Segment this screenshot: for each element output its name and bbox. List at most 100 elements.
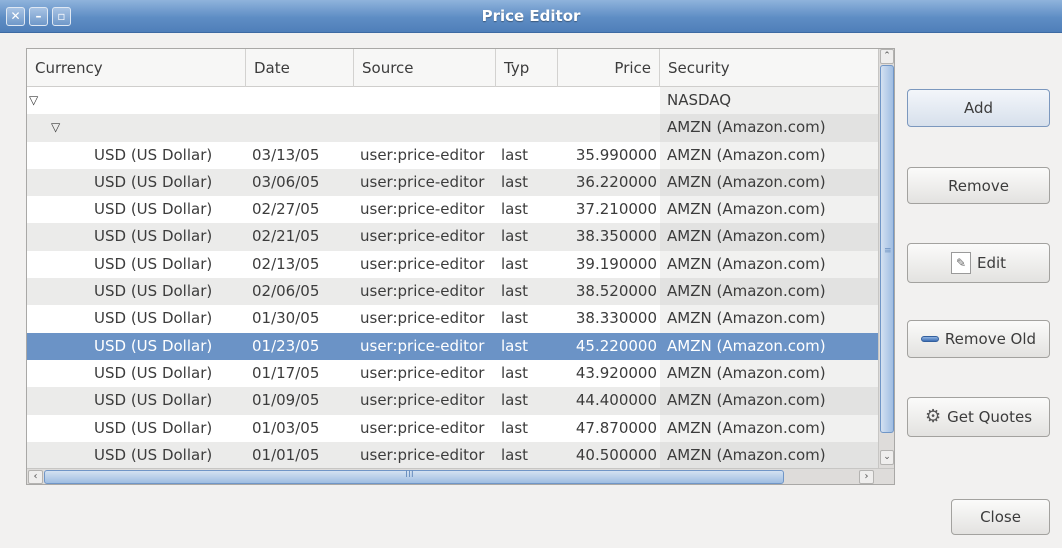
scroll-left-icon[interactable]: ‹ — [28, 470, 43, 484]
scroll-up-icon[interactable]: ⌃ — [880, 49, 894, 64]
expander-down-icon[interactable]: ▽ — [51, 114, 60, 141]
get-quotes-button[interactable]: ⚙ Get Quotes — [907, 397, 1050, 437]
cell-source: user:price-editor — [360, 309, 485, 328]
table-row[interactable]: USD (US Dollar) 01/03/05 user:price-editor… — [27, 414, 878, 442]
cell-date: 01/01/05 — [252, 445, 320, 464]
cell-source: user:price-editor — [360, 172, 485, 191]
close-button-label: Close — [980, 508, 1021, 526]
table-row[interactable]: USD (US Dollar) 02/06/05 user:price-editor… — [27, 278, 878, 306]
cell-price: 38.350000 — [575, 227, 657, 246]
scroll-down-icon[interactable]: ⌄ — [880, 450, 894, 465]
cell-type: last — [501, 200, 529, 219]
table-row[interactable]: USD (US Dollar) 01/17/05 user:price-editor… — [27, 359, 878, 388]
cell-type: last — [501, 254, 529, 273]
edit-button[interactable]: ✎ Edit — [907, 243, 1050, 283]
price-tree-view[interactable]: Currency Date Source Typ Price Security … — [26, 48, 895, 485]
vertical-scroll-thumb[interactable]: ≡ — [880, 65, 894, 433]
column-header-price[interactable]: Price — [558, 49, 660, 87]
table-row[interactable]: USD (US Dollar) 02/13/05 user:price-editor… — [27, 250, 878, 279]
cell-type: last — [501, 363, 529, 382]
cell-source: user:price-editor — [360, 145, 485, 164]
close-button[interactable]: Close — [951, 499, 1050, 535]
cell-source: user:price-editor — [360, 282, 485, 301]
table-row[interactable]: USD (US Dollar) 01/30/05 user:price-editor… — [27, 305, 878, 333]
cell-security: AMZN (Amazon.com) — [667, 145, 826, 164]
cell-price: 44.400000 — [575, 391, 657, 410]
table-body: ▽ NASDAQ ▽ AMZN (Amazon.com) USD (US Dol… — [27, 87, 878, 470]
cell-currency: USD (US Dollar) — [94, 309, 213, 328]
cell-source: user:price-editor — [360, 418, 485, 437]
expander-down-icon[interactable]: ▽ — [29, 87, 38, 114]
horizontal-scroll-thumb[interactable]: III — [44, 469, 784, 484]
remove-old-button-label: Remove Old — [944, 330, 1037, 348]
cell-security: AMZN (Amazon.com) — [667, 391, 826, 410]
cell-type: last — [501, 445, 529, 464]
column-header-security[interactable]: Security — [660, 49, 878, 87]
cell-date: 02/21/05 — [252, 227, 320, 246]
cell-currency: USD (US Dollar) — [94, 363, 213, 382]
namespace-label: NASDAQ — [667, 91, 732, 109]
cell-currency: USD (US Dollar) — [94, 227, 213, 246]
cell-date: 01/30/05 — [252, 309, 320, 328]
cell-date: 01/17/05 — [252, 363, 320, 382]
cell-security: AMZN (Amazon.com) — [667, 445, 826, 464]
cell-date: 02/13/05 — [252, 254, 320, 273]
table-row[interactable]: USD (US Dollar) 03/06/05 user:price-editor… — [27, 168, 878, 197]
cell-price: 47.870000 — [575, 418, 657, 437]
group-row-commodity[interactable]: ▽ AMZN (Amazon.com) — [27, 114, 878, 142]
cell-source: user:price-editor — [360, 200, 485, 219]
cell-price: 38.520000 — [575, 282, 657, 301]
remove-old-button[interactable]: Remove Old — [907, 320, 1050, 358]
horizontal-scrollbar[interactable]: ‹ III › — [27, 468, 894, 484]
cell-type: last — [501, 309, 529, 328]
cell-type: last — [501, 282, 529, 301]
minus-icon — [920, 336, 939, 342]
cell-type: last — [501, 336, 529, 355]
cell-security: AMZN (Amazon.com) — [667, 336, 826, 355]
cell-date: 01/03/05 — [252, 418, 320, 437]
add-button[interactable]: Add — [907, 89, 1050, 127]
cell-date: 03/13/05 — [252, 145, 320, 164]
cell-security: AMZN (Amazon.com) — [667, 282, 826, 301]
edit-icon: ✎ — [950, 252, 971, 274]
scroll-right-icon[interactable]: › — [859, 470, 874, 484]
table-row[interactable]: USD (US Dollar) 01/23/05 user:price-editor… — [27, 332, 878, 360]
cell-source: user:price-editor — [360, 445, 485, 464]
cell-price: 39.190000 — [575, 254, 657, 273]
table-row[interactable]: USD (US Dollar) 02/27/05 user:price-editor… — [27, 196, 878, 224]
group-row-namespace[interactable]: ▽ NASDAQ — [27, 87, 878, 115]
column-header-type[interactable]: Typ — [496, 49, 558, 87]
vertical-scrollbar[interactable]: ⌃ ≡ ⌄ — [878, 49, 894, 468]
cell-price: 43.920000 — [575, 363, 657, 382]
cell-currency: USD (US Dollar) — [94, 336, 213, 355]
gears-icon: ⚙ — [924, 406, 942, 427]
table-row[interactable]: USD (US Dollar) 01/09/05 user:price-editor… — [27, 387, 878, 415]
cell-date: 01/09/05 — [252, 391, 320, 410]
cell-currency: USD (US Dollar) — [94, 282, 213, 301]
cell-source: user:price-editor — [360, 363, 485, 382]
cell-price: 45.220000 — [575, 336, 657, 355]
table-row[interactable]: USD (US Dollar) 01/01/05 user:price-editor… — [27, 441, 878, 470]
table-row[interactable]: USD (US Dollar) 03/13/05 user:price-editor… — [27, 141, 878, 169]
cell-currency: USD (US Dollar) — [94, 418, 213, 437]
cell-price: 38.330000 — [575, 309, 657, 328]
cell-source: user:price-editor — [360, 391, 485, 410]
cell-security: AMZN (Amazon.com) — [667, 363, 826, 382]
cell-currency: USD (US Dollar) — [94, 145, 213, 164]
remove-button[interactable]: Remove — [907, 167, 1050, 204]
column-header-source[interactable]: Source — [354, 49, 496, 87]
get-quotes-button-label: Get Quotes — [947, 408, 1033, 426]
cell-date: 01/23/05 — [252, 336, 320, 355]
title-bar: ✕ – ▫ Price Editor — [0, 0, 1062, 33]
table-row[interactable]: USD (US Dollar) 02/21/05 user:price-editor… — [27, 223, 878, 251]
add-button-label: Add — [963, 99, 994, 117]
remove-button-label: Remove — [948, 176, 1009, 195]
column-header-date[interactable]: Date — [246, 49, 354, 87]
column-header-currency[interactable]: Currency — [27, 49, 246, 87]
cell-currency: USD (US Dollar) — [94, 391, 213, 410]
cell-price: 36.220000 — [575, 172, 657, 191]
cell-price: 35.990000 — [575, 145, 657, 164]
cell-security: AMZN (Amazon.com) — [667, 200, 826, 219]
cell-currency: USD (US Dollar) — [94, 445, 213, 464]
cell-type: last — [501, 418, 529, 437]
